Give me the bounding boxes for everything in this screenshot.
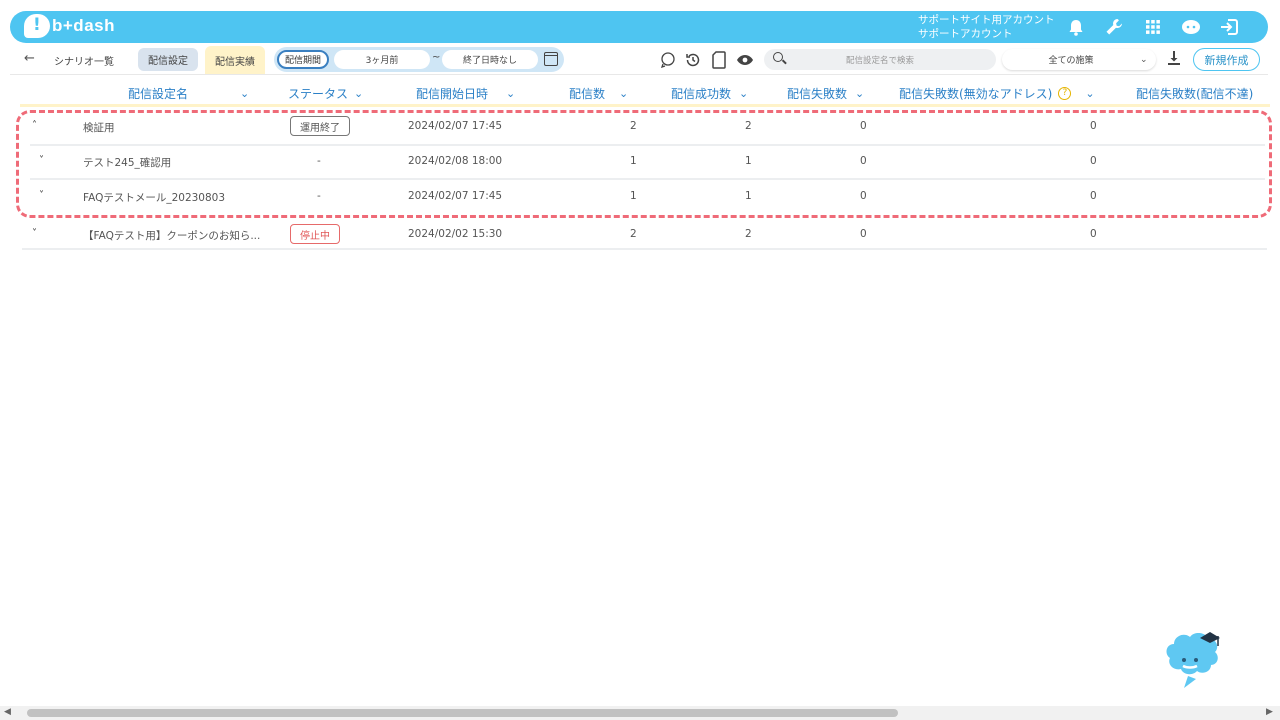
back-arrow-icon[interactable]: ← (24, 51, 35, 66)
chevron-down-icon[interactable]: ⌄ (1085, 87, 1094, 100)
period-to-field[interactable]: 終了日時なし (442, 50, 538, 69)
chevron-down-icon: ⌄ (1140, 54, 1148, 65)
col-header-sent[interactable]: 配信数 ⌄ (569, 85, 628, 102)
bell-icon[interactable] (1065, 16, 1087, 38)
row-name[interactable]: 【FAQテスト用】クーポンのお知ら... (83, 228, 260, 243)
col-header-label: 配信失敗数 (787, 87, 848, 101)
scroll-right-arrow-icon[interactable]: ▶ (1266, 707, 1273, 717)
chevron-down-icon[interactable]: ⌄ (855, 87, 864, 100)
row-invalid-count: 0 (1090, 228, 1097, 240)
col-header-failed-invalid[interactable]: 配信失敗数(無効なアドレス) ? ⌄ (899, 85, 1095, 102)
account-user-name: サポートアカウント (918, 28, 1013, 40)
preview-eye-icon[interactable] (735, 50, 755, 70)
measures-select-value: 全ての施策 (1048, 56, 1094, 66)
chat-history-icon[interactable] (658, 50, 678, 70)
search-input[interactable]: 配信設定名で検索 (764, 49, 996, 70)
wrench-icon[interactable] (1103, 16, 1125, 38)
tab-delivery-results[interactable]: 配信実績 (205, 46, 265, 74)
col-header-status[interactable]: ステータス ⌄ (288, 85, 363, 102)
chevron-down-icon[interactable]: ⌄ (240, 87, 249, 100)
col-header-label: 配信失敗数(配信不達) (1136, 87, 1254, 101)
chevron-down-icon[interactable]: ⌄ (739, 87, 748, 100)
col-header-label: 配信設定名 (128, 87, 189, 101)
col-header-label: 配信数 (569, 87, 606, 101)
table-row[interactable]: ˅ 【FAQテスト用】クーポンのお知ら... 停止中 2024/02/02 15… (22, 220, 1268, 250)
row-sent-count: 2 (630, 228, 637, 240)
col-header-label: 配信失敗数(無効なアドレス) (899, 87, 1053, 101)
period-label[interactable]: 配信期間 (277, 50, 329, 69)
support-mascot-icon[interactable] (1160, 628, 1228, 690)
search-placeholder: 配信設定名で検索 (845, 56, 914, 66)
period-tilde: ~ (432, 52, 441, 63)
new-create-button[interactable]: 新規作成 (1193, 48, 1260, 71)
row-start-datetime: 2024/02/02 15:30 (408, 228, 503, 240)
col-header-name[interactable]: 配信設定名 ⌄ (128, 85, 249, 102)
chevron-down-icon[interactable]: ⌄ (619, 87, 628, 100)
breadcrumb-scenario-list[interactable]: シナリオ一覧 (54, 53, 114, 68)
col-header-label: 配信開始日時 (416, 87, 489, 101)
col-header-failed[interactable]: 配信失敗数 ⌄ (787, 85, 864, 102)
sub-toolbar: ← シナリオ一覧 配信設定 配信実績 配信期間 3ヶ月前 ~ 終了日時なし 配信… (10, 44, 1268, 75)
highlight-dashed-frame (16, 110, 1272, 218)
account-site-name: サポートサイト用アカウント (918, 14, 1055, 26)
table-header: 配信設定名 ⌄ ステータス ⌄ 配信開始日時 ⌄ 配信数 ⌄ 配信成功数 ⌄ 配… (10, 80, 1270, 107)
chevron-down-icon[interactable]: ⌄ (506, 87, 515, 100)
history-icon[interactable] (683, 50, 703, 70)
col-header-failed-undelivered[interactable]: 配信失敗数(配信不達) (1136, 85, 1253, 102)
status-badge: 停止中 (290, 224, 340, 244)
document-icon[interactable] (709, 50, 729, 70)
tab-delivery-settings[interactable]: 配信設定 (138, 48, 198, 71)
app-grid-icon[interactable] (1142, 16, 1164, 38)
row-divider (22, 248, 1267, 250)
col-header-label: 配信成功数 (671, 87, 732, 101)
col-header-label: ステータス (288, 87, 349, 101)
chevron-down-icon[interactable]: ⌄ (354, 87, 363, 100)
scrollbar-thumb[interactable] (27, 709, 898, 717)
help-icon[interactable]: ? (1058, 87, 1072, 100)
period-from-field[interactable]: 3ヶ月前 (334, 50, 430, 69)
col-header-start[interactable]: 配信開始日時 ⌄ (416, 85, 515, 102)
row-failed-count: 0 (860, 228, 867, 240)
col-header-success[interactable]: 配信成功数 ⌄ (671, 85, 748, 102)
measures-select[interactable]: 全ての施策 ⌄ (1002, 49, 1156, 70)
logo-mark-icon (24, 14, 50, 38)
horizontal-scrollbar[interactable]: ◀ ▶ (0, 706, 1280, 720)
support-bot-icon[interactable] (1180, 16, 1202, 38)
download-icon[interactable] (1166, 51, 1182, 67)
logo-text: b+dash (52, 16, 115, 35)
scroll-left-arrow-icon[interactable]: ◀ (4, 707, 11, 717)
account-info[interactable]: サポートサイト用アカウント サポートアカウント (918, 13, 1055, 41)
delivery-period-filter: 配信期間 3ヶ月前 ~ 終了日時なし (274, 47, 564, 72)
calendar-icon[interactable] (544, 52, 558, 66)
chevron-down-icon[interactable]: ˅ (32, 228, 37, 239)
bdash-logo[interactable]: b+dash (24, 14, 115, 38)
row-success-count: 2 (745, 228, 752, 240)
header-underline (20, 104, 1270, 107)
logout-icon[interactable] (1218, 16, 1240, 38)
app-header: b+dash サポートサイト用アカウント サポートアカウント (10, 11, 1268, 43)
